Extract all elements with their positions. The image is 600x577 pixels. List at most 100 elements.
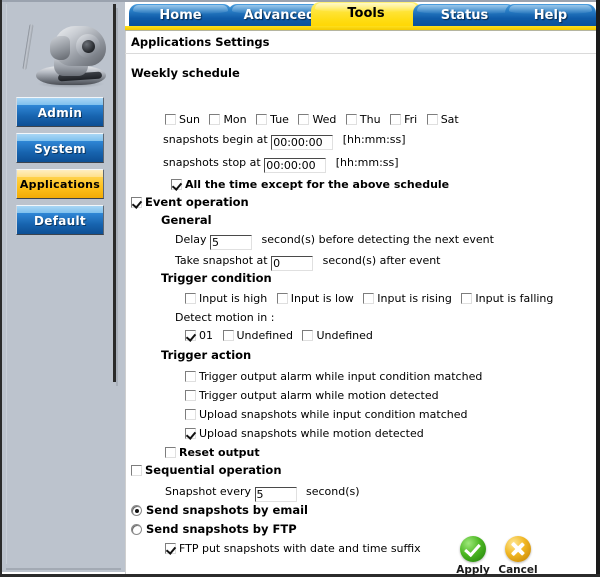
checkbox-input-is-low[interactable] [276,293,288,304]
cancel-button[interactable]: Cancel [495,536,541,576]
checkbox-upload-snapshots-motion[interactable] [185,428,196,439]
action-row-upload-input: Upload snapshots while input condition m… [185,408,467,421]
checkbox-all-time-except[interactable] [171,179,182,190]
sidebar-item-applications[interactable]: Applications [16,169,104,199]
sidebar: Admin System Applications Default [2,2,125,572]
radio-send-by-email[interactable] [131,505,142,516]
checkbox-input-is-high[interactable] [185,293,196,304]
day-label-thu: Thu [359,113,381,126]
reset-output-label: Reset output [179,446,260,459]
sidebar-inner-highlight [6,4,7,564]
condition-label-input-is-high: Input is high [199,292,268,305]
check-circle-icon [460,536,486,562]
radio-send-by-ftp[interactable] [131,524,142,535]
action-row-trigger-output-motion: Trigger output alarm while motion detect… [185,389,439,402]
button-bevel-cap [17,98,103,105]
sidebar-item-label: Default [34,214,86,228]
checkbox-ftp-date-time-suffix[interactable] [165,543,176,554]
snapshots-begin-label: snapshots begin at [163,133,268,146]
day-label-wed: Wed [312,113,337,126]
motion-window-label-undefined-2: Undefined [316,329,373,342]
take-snapshot-label: Take snapshot at [175,254,268,267]
snapshot-every-input[interactable]: 5 [254,487,297,502]
motion-window-label-undefined-1: Undefined [236,329,293,342]
checkbox-input-is-rising[interactable] [363,293,375,304]
trigger-action-heading: Trigger action [161,348,252,362]
checkbox-motion-window-01[interactable] [185,330,196,341]
delivery-option-label: Send snapshots by FTP [146,522,297,536]
x-circle-icon [505,536,531,562]
snapshots-stop-row: snapshots stop at 00:00:00 [hh:mm:ss] [163,156,399,173]
sidebar-item-label: Applications [19,178,101,191]
checkbox-sequential-operation[interactable] [131,465,142,476]
day-label-tue: Tue [270,113,289,126]
delay-suffix-label: second(s) before detecting the next even… [261,233,494,246]
delay-row: Delay 5 second(s) before detecting the n… [175,233,494,250]
checkbox-sun[interactable] [165,114,176,125]
content-pane: Applications Settings Weekly schedule Su… [125,31,596,576]
sidebar-item-system[interactable]: System [16,133,104,163]
application-window: Admin System Applications Default Home A… [0,0,600,577]
condition-label-input-is-rising: Input is rising [377,292,452,305]
event-operation-label: Event operation [145,195,249,209]
tab-label: Status [440,8,489,23]
weekly-schedule-days: Sun Mon Tue Wed Thu Fri Sat [165,113,459,126]
button-bevel-cap [17,170,103,177]
delay-input[interactable]: 5 [210,235,253,250]
button-bevel-cap [17,206,103,213]
trigger-condition-heading: Trigger condition [161,271,272,285]
checkbox-upload-snapshots-input[interactable] [185,409,196,420]
all-time-label: All the time except for the above schedu… [185,178,450,191]
tab-bar: Home Advanced Tools Status Help [125,2,596,28]
checkbox-mon[interactable] [209,114,221,125]
day-label-sun: Sun [179,113,200,126]
delivery-option-ftp[interactable]: Send snapshots by FTP [131,523,297,536]
sequential-operation-row: Sequential operation [131,464,282,477]
page-title-rule [125,53,596,54]
checkbox-wed[interactable] [298,114,310,125]
sidebar-item-admin[interactable]: Admin [16,97,104,127]
snapshot-every-suffix-label: second(s) [306,485,360,498]
tab-home[interactable]: Home [129,4,232,28]
snapshots-begin-row: snapshots begin at 00:00:00 [hh:mm:ss] [163,133,406,150]
sidebar-divider-shadow [116,8,118,386]
checkbox-fri[interactable] [390,114,402,125]
checkbox-trigger-output-alarm-input[interactable] [185,371,196,382]
day-label-fri: Fri [404,113,418,126]
snapshots-begin-input[interactable]: 00:00:00 [271,135,334,150]
tab-tools[interactable]: Tools [311,2,421,28]
checkbox-event-operation[interactable] [131,197,142,208]
general-heading: General [161,213,212,227]
checkbox-thu[interactable] [345,114,357,125]
camera-lens [82,40,95,53]
snapshots-stop-input[interactable]: 00:00:00 [264,158,327,173]
checkbox-motion-window-undefined-2[interactable] [302,330,314,341]
button-bevel-cap [17,134,103,141]
checkbox-reset-output[interactable] [165,447,176,458]
tab-label: Tools [347,6,385,21]
action-label: Trigger output alarm while motion detect… [199,389,439,402]
checkbox-motion-window-undefined-1[interactable] [222,330,234,341]
take-snapshot-input[interactable]: 0 [271,256,314,271]
camera-side [50,36,70,60]
sidebar-item-default[interactable]: Default [16,205,104,235]
tab-status[interactable]: Status [413,4,516,28]
checkbox-trigger-output-alarm-motion[interactable] [185,390,196,401]
tab-help[interactable]: Help [505,4,596,28]
camera-antenna [22,23,34,71]
day-label-mon: Mon [223,113,247,126]
checkbox-tue[interactable] [256,114,268,125]
action-row-upload-motion: Upload snapshots while motion detected [185,427,424,440]
snapshots-stop-label: snapshots stop at [163,156,261,169]
apply-button[interactable]: Apply [450,536,496,576]
motion-window-label-01: 01 [199,329,213,342]
action-label: Upload snapshots while input condition m… [199,408,468,421]
checkbox-input-is-falling[interactable] [461,293,473,304]
take-snapshot-row: Take snapshot at 0 second(s) after event [175,254,441,271]
sidebar-item-label: Admin [37,106,83,120]
delivery-option-email[interactable]: Send snapshots by email [131,504,308,517]
snapshot-every-row: Snapshot every 5 second(s) [165,485,360,502]
condition-label-input-is-low: Input is low [290,292,354,305]
all-time-row: All the time except for the above schedu… [171,178,449,191]
checkbox-sat[interactable] [426,114,438,125]
